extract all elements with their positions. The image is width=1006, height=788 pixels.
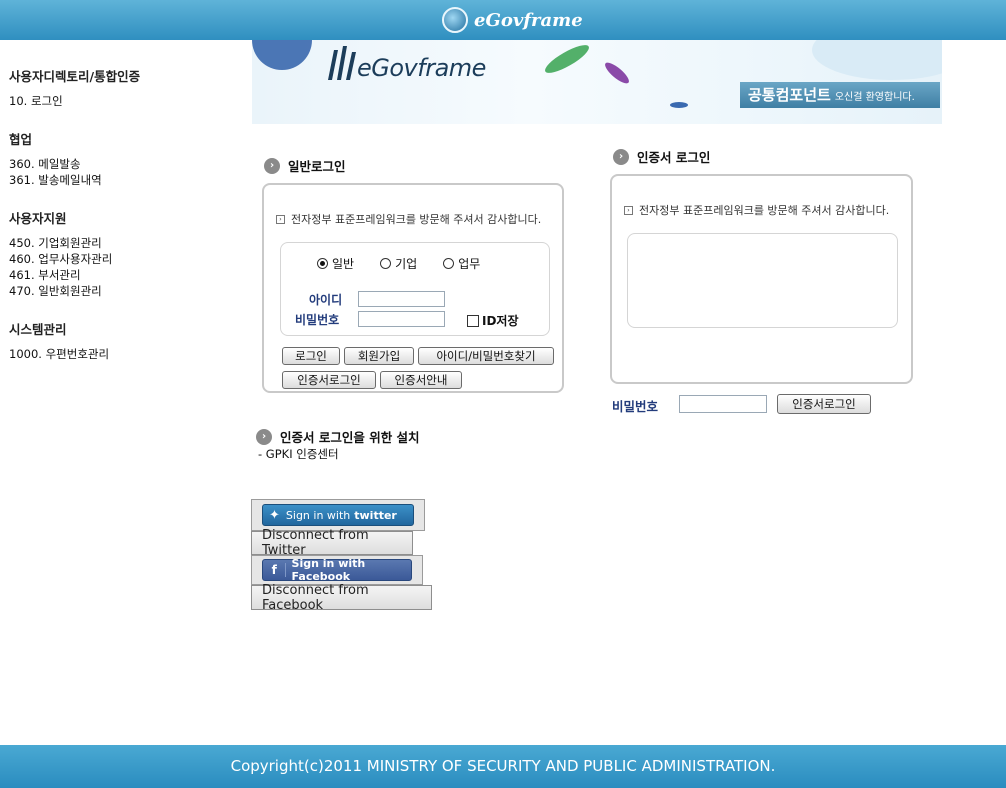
id-input[interactable] — [358, 291, 445, 307]
banner-pill-bold: 공통컴포넌트 — [748, 86, 831, 104]
sidebar-item-login[interactable]: 10. 로그인 — [9, 93, 239, 109]
arrow-bullet-icon: › — [264, 157, 280, 174]
radio-label: 업무 — [458, 257, 481, 271]
top-bar: eGovframe — [0, 0, 1006, 40]
sidebar-section-title: 협업 — [9, 132, 33, 147]
gpki-link[interactable]: - GPKI 인증센터 — [258, 446, 339, 462]
sidebar-menu: 사용자디렉토리/통합인증 10. 로그인 협업 360. 메일발송 361. 발… — [9, 66, 239, 382]
radio-circle-checked[interactable] — [317, 258, 328, 269]
sidebar-section-title: 사용자지원 — [9, 211, 67, 226]
sidebar-item-zipcode[interactable]: 1000. 우편번호관리 — [9, 346, 239, 362]
id-label: 아이디 — [309, 293, 343, 307]
sidebar-item-general-members[interactable]: 470. 일반회원관리 — [9, 283, 239, 299]
cloud-shape — [812, 40, 942, 80]
cert-login-panel: › 전자정부 표준프레임워크를 방문해 주셔서 감사합니다. — [610, 174, 913, 384]
twitter-signin-container: ✦ Sign in with twitter — [251, 499, 425, 531]
save-id-label: ID저장 — [482, 314, 519, 328]
cert-list-box[interactable] — [627, 233, 898, 328]
install-title: 인증서 로그인을 위한 설치 — [280, 430, 420, 445]
twitter-signin-button[interactable]: ✦ Sign in with twitter — [262, 504, 414, 526]
square-bullet-icon: › — [624, 205, 633, 215]
arrow-bullet-icon: › — [613, 148, 629, 165]
pinwheel-icon — [670, 102, 688, 108]
install-heading: › 인증서 로그인을 위한 설치 — [256, 427, 420, 446]
sidebar-section-user-directory: 사용자디렉토리/통합인증 10. 로그인 — [9, 66, 239, 109]
cert-login-heading: › 인증서 로그인 — [613, 147, 710, 166]
twitter-signin-text: Sign in with — [285, 508, 351, 522]
sidebar-section-title: 사용자디렉토리/통합인증 — [9, 69, 141, 84]
password-input[interactable] — [358, 311, 445, 327]
header-banner: eGovframe 공통컴포넌트 오신걸 환영합니다. — [252, 40, 942, 124]
globe-icon — [442, 7, 468, 33]
sidebar-section-collaboration: 협업 360. 메일발송 361. 발송메일내역 — [9, 129, 239, 188]
footer: Copyright(c)2011 MINISTRY OF SECURITY AN… — [0, 745, 1006, 788]
sidebar-item-departments[interactable]: 461. 부서관리 — [9, 267, 239, 283]
footer-copyright: Copyright(c)2011 MINISTRY OF SECURITY AN… — [230, 757, 776, 775]
sidebar-item-sent-mail-history[interactable]: 361. 발송메일내역 — [9, 172, 239, 188]
join-button[interactable]: 회원가입 — [344, 347, 414, 365]
square-bullet-icon: › — [276, 214, 285, 224]
cert-password-label: 비밀번호 — [612, 399, 659, 414]
welcome-text: 전자정부 표준프레임워크를 방문해 주셔서 감사합니다. — [639, 204, 890, 217]
banner-brand: eGovframe — [357, 54, 486, 82]
pinwheel-icon — [602, 59, 632, 87]
general-login-panel: › 전자정부 표준프레임워크를 방문해 주셔서 감사합니다. 일반 기업 업무 … — [262, 183, 564, 393]
radio-business[interactable]: 업무 — [443, 255, 480, 272]
general-login-title: 일반로그인 — [288, 159, 346, 174]
welcome-text: 전자정부 표준프레임워크를 방문해 주셔서 감사합니다. — [291, 213, 542, 226]
general-login-welcome: › 전자정부 표준프레임워크를 방문해 주셔서 감사합니다. — [276, 211, 541, 227]
sidebar-item-enterprise-members[interactable]: 450. 기업회원관리 — [9, 235, 239, 251]
login-form-box: 일반 기업 업무 아이디 비밀번호 ID저장 — [280, 242, 550, 336]
password-label: 비밀번호 — [295, 313, 340, 327]
member-type-radios: 일반 기업 업무 — [317, 255, 480, 272]
sidebar-section-title: 시스템관리 — [9, 322, 67, 337]
facebook-signin-container: f Sign in with Facebook — [251, 555, 423, 585]
radio-general[interactable]: 일반 — [317, 255, 354, 272]
twitter-bird-icon: ✦ — [269, 507, 280, 523]
facebook-signin-text: Sign in with Facebook — [291, 557, 366, 583]
pinwheel-icon — [541, 40, 593, 78]
radio-circle[interactable] — [380, 258, 392, 269]
egov-mark-icon — [328, 46, 356, 80]
cert-password-input[interactable] — [679, 395, 767, 413]
checkbox-box[interactable] — [467, 314, 479, 327]
twitter-disconnect-button[interactable]: Disconnect from Twitter — [251, 528, 413, 558]
save-id-checkbox[interactable]: ID저장 — [467, 312, 519, 329]
radio-label: 일반 — [332, 257, 355, 271]
general-login-heading: › 일반로그인 — [264, 156, 346, 175]
radio-label: 기업 — [395, 257, 418, 271]
cert-login-welcome: › 전자정부 표준프레임워크를 방문해 주셔서 감사합니다. — [624, 202, 889, 218]
egovframe-logo[interactable]: eGovframe — [442, 6, 583, 34]
decorative-shape — [252, 40, 312, 70]
facebook-signin-button[interactable]: f Sign in with Facebook — [262, 557, 412, 583]
cert-login-button[interactable]: 인증서로그인 — [282, 371, 376, 389]
twitter-brand-text: twitter — [354, 508, 397, 522]
radio-circle[interactable] — [443, 258, 455, 269]
banner-welcome-pill: 공통컴포넌트 오신걸 환영합니다. — [740, 82, 940, 108]
facebook-f-icon: f — [269, 563, 286, 577]
cert-login-title: 인증서 로그인 — [637, 150, 711, 165]
facebook-disconnect-button[interactable]: Disconnect from Facebook — [251, 583, 432, 613]
cert-login-submit-button[interactable]: 인증서로그인 — [777, 394, 871, 414]
sidebar-item-business-users[interactable]: 460. 업무사용자관리 — [9, 251, 239, 267]
sidebar-item-send-mail[interactable]: 360. 메일발송 — [9, 156, 239, 172]
find-id-password-button[interactable]: 아이디/비밀번호찾기 — [418, 347, 554, 365]
logo-text: eGovframe — [474, 9, 583, 31]
arrow-bullet-icon: › — [256, 428, 272, 445]
sidebar-section-system: 시스템관리 1000. 우편번호관리 — [9, 319, 239, 362]
banner-pill-text: 오신걸 환영합니다. — [834, 92, 915, 103]
sidebar-section-user-support: 사용자지원 450. 기업회원관리 460. 업무사용자관리 461. 부서관리… — [9, 208, 239, 299]
radio-enterprise[interactable]: 기업 — [380, 255, 417, 272]
login-button[interactable]: 로그인 — [282, 347, 340, 365]
cert-guide-button[interactable]: 인증서안내 — [380, 371, 462, 389]
